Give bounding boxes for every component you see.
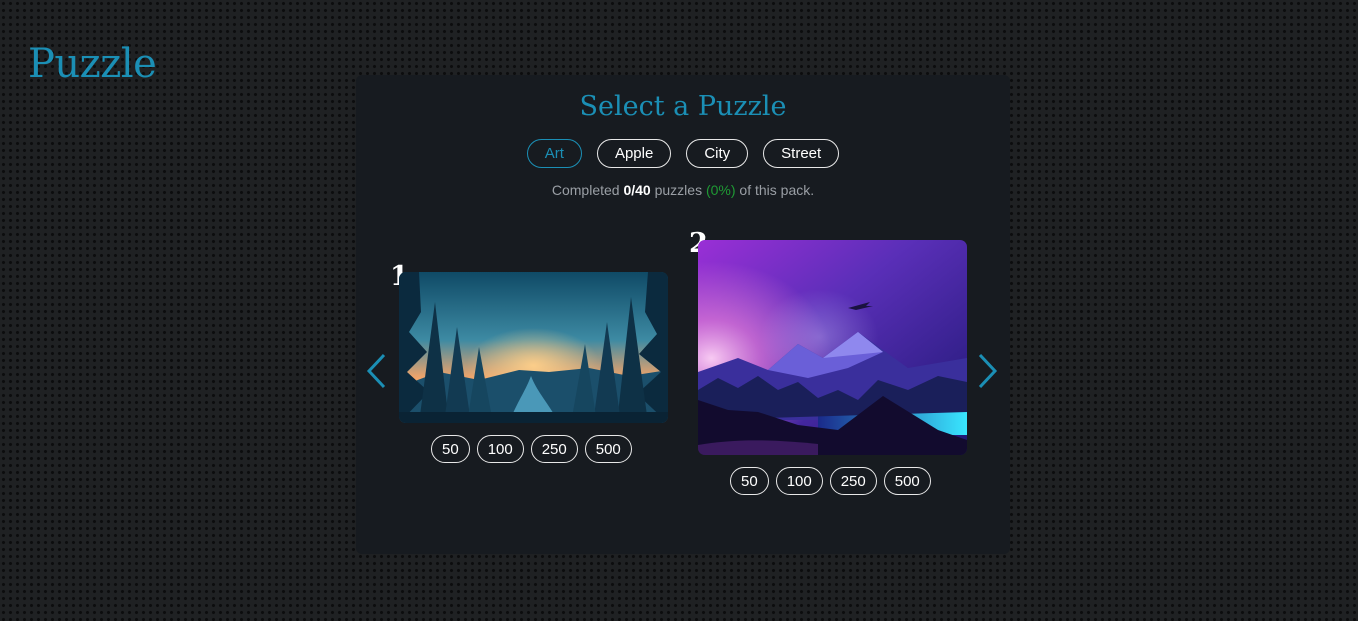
pack-progress-text: Completed 0/40 puzzles (0%) of this pack… [356,182,1010,198]
piece-count-100-button[interactable]: 100 [476,435,524,463]
piece-count-500-button[interactable]: 500 [584,435,632,463]
panel-title: Select a Puzzle [579,91,787,122]
piece-count-50-button[interactable]: 50 [730,467,769,495]
progress-suffix: of this pack. [739,182,815,198]
forest-sunset-river-image [399,272,668,423]
puzzle-thumbnail-forest[interactable] [399,272,668,423]
puzzle-thumbnail-mountains[interactable] [698,240,967,455]
site-title: Puzzle [28,41,157,87]
puzzle-select-panel: Select a Puzzle Art Apple City Street Co… [356,75,1010,554]
pack-tab-city[interactable]: City [686,139,749,168]
purple-mountains-lake-image [698,240,967,455]
piece-count-500-button[interactable]: 500 [883,467,931,495]
piece-count-50-button[interactable]: 50 [431,435,470,463]
piece-count-250-button[interactable]: 250 [829,467,877,495]
piece-count-options: 50 100 250 500 [431,435,632,463]
chevron-right-icon [978,353,998,389]
pack-tab-street[interactable]: Street [763,139,840,168]
pack-tab-art[interactable]: Art [526,139,582,168]
progress-prefix: Completed [551,182,620,198]
progress-percent: (0%) [705,182,736,198]
progress-middle: puzzles [654,182,703,198]
piece-count-options: 50 100 250 500 [730,467,931,495]
progress-count: 0/40 [623,182,651,198]
pack-tab-apple[interactable]: Apple [596,139,672,168]
chevron-left-icon [366,353,386,389]
piece-count-100-button[interactable]: 100 [775,467,823,495]
carousel-prev-button[interactable] [366,353,388,389]
pack-tabs: Art Apple City Street [356,139,1010,168]
carousel-next-button[interactable] [976,353,998,389]
piece-count-250-button[interactable]: 250 [530,435,578,463]
